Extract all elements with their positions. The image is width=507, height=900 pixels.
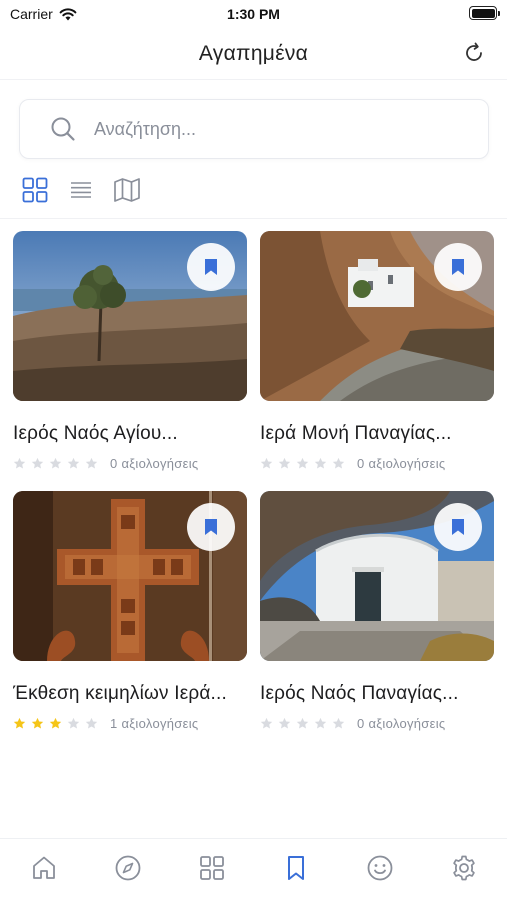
grid-view-icon xyxy=(22,177,48,203)
tab-categories[interactable] xyxy=(197,853,227,883)
view-toggle xyxy=(21,176,141,204)
tab-bar xyxy=(0,838,507,900)
favorite-card[interactable]: Ιερός Ναός Παναγίας... 0 αξιολογήσεις xyxy=(260,491,494,731)
grid-icon xyxy=(200,856,224,880)
tab-explore[interactable] xyxy=(113,853,143,883)
card-title[interactable]: Ιερά Μονή Παναγίας... xyxy=(260,423,494,445)
smiley-icon xyxy=(367,855,393,881)
bookmark-filled-icon xyxy=(452,519,464,535)
rating-count: 0 αξιολογήσεις xyxy=(110,456,199,471)
map-view-button[interactable] xyxy=(113,176,141,204)
search-icon xyxy=(50,116,76,142)
page-title: Αγαπημένα xyxy=(198,42,309,65)
tab-home[interactable] xyxy=(29,853,59,883)
tab-favorites[interactable] xyxy=(281,853,311,883)
bookmark-filled-icon xyxy=(205,519,217,535)
status-time: 1:30 PM xyxy=(227,6,280,22)
bookmark-button[interactable] xyxy=(187,503,235,551)
card-rating: 0 αξιολογήσεις xyxy=(260,456,494,471)
card-rating: 0 αξιολογήσεις xyxy=(13,456,247,471)
bookmark-button[interactable] xyxy=(434,243,482,291)
star-rating xyxy=(13,457,98,470)
map-icon xyxy=(114,178,140,202)
rating-count: 0 αξιολογήσεις xyxy=(357,716,446,731)
bookmark-icon xyxy=(288,856,304,880)
card-rating: 0 αξιολογήσεις xyxy=(260,716,494,731)
list-view-button[interactable] xyxy=(67,176,95,204)
card-photo[interactable] xyxy=(13,231,247,401)
bookmark-button[interactable] xyxy=(187,243,235,291)
star-empty-icon xyxy=(332,717,345,729)
star-empty-icon xyxy=(49,457,62,469)
star-empty-icon xyxy=(13,457,26,469)
star-empty-icon xyxy=(67,457,80,469)
star-empty-icon xyxy=(31,457,44,469)
star-empty-icon xyxy=(332,457,345,469)
tab-profile[interactable] xyxy=(365,853,395,883)
star-empty-icon xyxy=(260,457,273,469)
star-filled-icon xyxy=(49,717,62,729)
star-empty-icon xyxy=(314,717,327,729)
toolbar-divider xyxy=(0,218,507,219)
star-rating xyxy=(260,457,345,470)
star-empty-icon xyxy=(85,717,98,729)
favorite-card[interactable]: Έκθεση κειμηλίων Ιερά... 1 αξιολογήσεις xyxy=(13,491,247,731)
card-photo[interactable] xyxy=(260,491,494,661)
star-rating xyxy=(260,717,345,730)
grid-view-button[interactable] xyxy=(21,176,49,204)
search-box[interactable] xyxy=(19,99,489,159)
rating-count: 0 αξιολογήσεις xyxy=(357,456,446,471)
card-title[interactable]: Έκθεση κειμηλίων Ιερά... xyxy=(13,683,247,705)
card-rating: 1 αξιολογήσεις xyxy=(13,716,247,731)
status-bar: Carrier 1:30 PM xyxy=(0,0,507,28)
card-photo[interactable] xyxy=(13,491,247,661)
star-empty-icon xyxy=(278,717,291,729)
star-empty-icon xyxy=(296,457,309,469)
bookmark-filled-icon xyxy=(452,259,464,275)
star-empty-icon xyxy=(278,457,291,469)
card-title[interactable]: Ιερός Ναός Παναγίας... xyxy=(260,683,494,705)
header: Αγαπημένα xyxy=(0,28,507,80)
refresh-icon xyxy=(466,42,482,61)
compass-icon xyxy=(115,855,141,881)
list-view-icon xyxy=(71,182,91,198)
star-rating xyxy=(13,717,98,730)
star-empty-icon xyxy=(260,717,273,729)
bookmark-button[interactable] xyxy=(434,503,482,551)
refresh-button[interactable] xyxy=(461,40,487,66)
gear-icon xyxy=(453,855,475,881)
star-empty-icon xyxy=(85,457,98,469)
battery-icon xyxy=(469,6,500,20)
search-input[interactable] xyxy=(94,118,454,140)
favorite-card[interactable]: Ιερός Ναός Αγίου... 0 αξιολογήσεις xyxy=(13,231,247,471)
card-photo[interactable] xyxy=(260,231,494,401)
star-filled-icon xyxy=(31,717,44,729)
star-filled-icon xyxy=(13,717,26,729)
star-empty-icon xyxy=(296,717,309,729)
home-icon xyxy=(33,856,55,879)
tab-settings[interactable] xyxy=(449,853,479,883)
star-empty-icon xyxy=(67,717,80,729)
favorite-card[interactable]: Ιερά Μονή Παναγίας... 0 αξιολογήσεις xyxy=(260,231,494,471)
bookmark-filled-icon xyxy=(205,259,217,275)
card-title[interactable]: Ιερός Ναός Αγίου... xyxy=(13,423,247,445)
star-empty-icon xyxy=(314,457,327,469)
rating-count: 1 αξιολογήσεις xyxy=(110,716,199,731)
